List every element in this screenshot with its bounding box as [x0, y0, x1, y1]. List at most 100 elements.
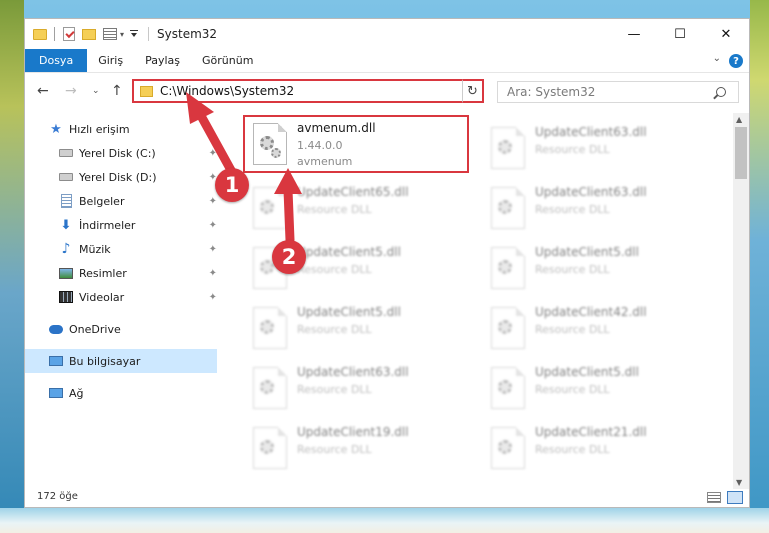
sidebar-item-documents[interactable]: Belgeler ✦	[25, 189, 217, 213]
file-name: UpdateClient63.dll	[535, 125, 647, 139]
sidebar-item-label: Hızlı erişim	[69, 122, 130, 136]
file-name: UpdateClient19.dll	[297, 425, 409, 439]
desktop-background-right	[750, 0, 769, 533]
callout-2-badge: 2	[272, 240, 306, 274]
tab-paylas[interactable]: Paylaş	[134, 49, 191, 72]
list-item[interactable]: UpdateClient65.dll Resource DLL	[249, 181, 479, 237]
list-item[interactable]: UpdateClient5.dll Resource DLL	[487, 241, 717, 297]
expand-ribbon-icon[interactable]: ⌄	[713, 53, 721, 64]
sidebar-item-onedrive[interactable]: OneDrive	[25, 317, 217, 341]
up-arrow-icon[interactable]: ↑	[111, 83, 123, 99]
properties-icon[interactable]	[63, 27, 75, 41]
dll-file-icon	[253, 367, 287, 409]
navigation-pane: ★ Hızlı erişim Yerel Disk (C:) ✦ Yerel D…	[25, 113, 221, 489]
tab-giris[interactable]: Giriş	[87, 49, 134, 72]
gear-icon	[498, 440, 512, 454]
tab-gorunum[interactable]: Görünüm	[191, 49, 264, 72]
search-input[interactable]: Ara: System32	[498, 85, 716, 99]
scroll-thumb[interactable]	[735, 127, 747, 179]
title-divider	[148, 27, 150, 41]
sidebar-item-this-pc[interactable]: Bu bilgisayar	[25, 349, 217, 373]
tab-dosya[interactable]: Dosya	[25, 49, 88, 72]
pin-icon[interactable]: ✦	[209, 244, 217, 255]
pin-icon[interactable]: ✦	[209, 268, 217, 279]
sidebar-item-network[interactable]: Ağ	[25, 381, 217, 405]
customize-toolbar-icon[interactable]	[130, 30, 139, 38]
list-item[interactable]: UpdateClient19.dll Resource DLL	[249, 421, 479, 477]
list-item[interactable]: UpdateClient5.dll Resource DLL	[487, 361, 717, 417]
file-name: UpdateClient5.dll	[535, 245, 639, 259]
file-name: UpdateClient63.dll	[535, 185, 647, 199]
back-arrow-icon[interactable]: ←	[37, 83, 49, 99]
file-description: Resource DLL	[535, 203, 610, 216]
folder-icon	[33, 28, 47, 40]
view-options-caret-icon[interactable]: ▾	[120, 30, 124, 39]
callout-1-badge: 1	[215, 168, 249, 202]
sidebar-item-pictures[interactable]: Resimler ✦	[25, 261, 217, 285]
pin-icon[interactable]: ✦	[209, 220, 217, 231]
status-bar: 172 öğe	[25, 489, 749, 507]
file-name: UpdateClient5.dll	[297, 305, 401, 319]
list-item[interactable]: UpdateClient63.dll Resource DLL	[249, 361, 479, 417]
vertical-scrollbar[interactable]: ▲ ▼	[733, 113, 749, 489]
sidebar-item-downloads[interactable]: ⬇ İndirmeler ✦	[25, 213, 217, 237]
refresh-icon: ↻	[467, 83, 478, 99]
search-box[interactable]: Ara: System32	[497, 81, 739, 103]
drive-icon	[59, 170, 73, 184]
large-icons-view-icon[interactable]	[727, 491, 743, 504]
refresh-button[interactable]: ↻	[462, 79, 484, 103]
pin-icon[interactable]: ✦	[209, 148, 217, 159]
list-item[interactable]: UpdateClient42.dll Resource DLL	[487, 301, 717, 357]
help-button[interactable]: ?	[729, 54, 743, 68]
list-item[interactable]: UpdateClient63.dll Resource DLL	[487, 121, 717, 177]
sidebar-item-label: Yerel Disk (C:)	[79, 146, 156, 160]
new-folder-icon[interactable]	[82, 28, 96, 40]
pin-icon[interactable]: ✦	[209, 292, 217, 303]
gear-icon	[498, 320, 512, 334]
file-description: Resource DLL	[535, 443, 610, 456]
sidebar-item-label: Müzik	[79, 242, 111, 256]
folder-icon	[140, 85, 153, 97]
file-description: Resource DLL	[297, 383, 372, 396]
quick-access-toolbar: ▾	[33, 27, 148, 41]
view-options-icon[interactable]	[103, 28, 117, 40]
sidebar-item-quick-access[interactable]: ★ Hızlı erişim	[25, 117, 217, 141]
gear-icon	[260, 380, 274, 394]
file-name: UpdateClient63.dll	[297, 365, 409, 379]
scroll-up-arrow-icon[interactable]: ▲	[736, 115, 742, 124]
sidebar-item-videos[interactable]: Videolar ✦	[25, 285, 217, 309]
gear-icon	[498, 380, 512, 394]
file-description: Resource DLL	[535, 323, 610, 336]
sidebar-item-music[interactable]: ♪ Müzik ✦	[25, 237, 217, 261]
recent-locations-chevron-icon[interactable]: ⌄	[92, 86, 100, 96]
file-description: Resource DLL	[297, 323, 372, 336]
documents-icon	[59, 194, 73, 208]
search-icon[interactable]	[716, 87, 726, 97]
list-item[interactable]: UpdateClient63.dll Resource DLL	[487, 181, 717, 237]
address-path[interactable]: C:\Windows\System32	[160, 84, 464, 98]
downloads-icon: ⬇	[60, 217, 72, 233]
dll-file-icon	[491, 247, 525, 289]
ribbon-tabs: Dosya Giriş Paylaş Görünüm ⌄ ?	[25, 49, 749, 73]
window-controls: — ☐ ✕	[611, 19, 749, 49]
forward-arrow-icon[interactable]: →	[65, 83, 77, 99]
list-item[interactable]: UpdateClient5.dll Resource DLL	[249, 301, 479, 357]
minimize-button[interactable]: —	[611, 19, 657, 49]
sidebar-item-local-disk-c[interactable]: Yerel Disk (C:) ✦	[25, 141, 217, 165]
scroll-down-arrow-icon[interactable]: ▼	[736, 478, 742, 487]
dll-file-icon	[491, 127, 525, 169]
pin-icon[interactable]: ✦	[209, 196, 217, 207]
file-name: UpdateClient5.dll	[535, 365, 639, 379]
sidebar-item-local-disk-d[interactable]: Yerel Disk (D:) ✦	[25, 165, 217, 189]
file-name: UpdateClient21.dll	[535, 425, 647, 439]
network-icon	[49, 386, 63, 400]
address-bar[interactable]: C:\Windows\System32 ⌄	[132, 79, 484, 103]
details-view-icon[interactable]	[707, 492, 721, 503]
file-description: Resource DLL	[297, 443, 372, 456]
navigation-bar: ← → ⌄ ↑ C:\Windows\System32 ⌄ ↻ Ara: Sys…	[25, 74, 749, 108]
maximize-button[interactable]: ☐	[657, 19, 703, 49]
list-item[interactable]: UpdateClient21.dll Resource DLL	[487, 421, 717, 477]
pictures-icon	[59, 266, 73, 280]
file-description: Resource DLL	[535, 263, 610, 276]
close-button[interactable]: ✕	[703, 19, 749, 49]
